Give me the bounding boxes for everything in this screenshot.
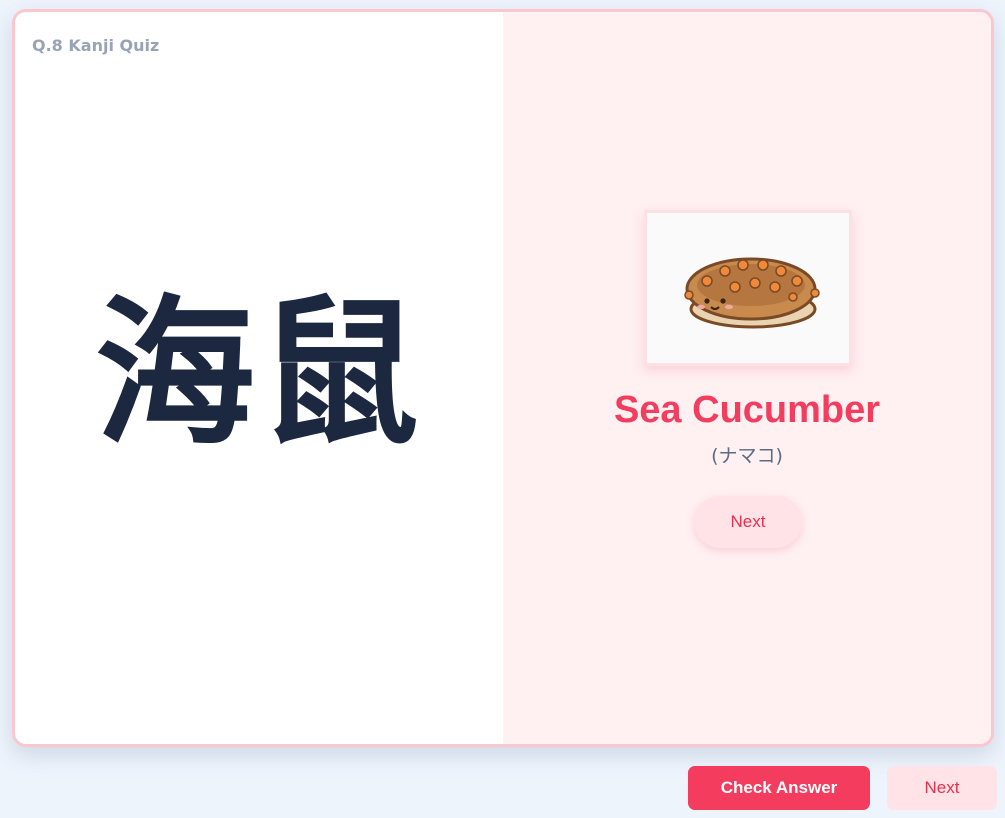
answer-reading: (ナマコ) [711, 445, 783, 467]
kanji-question: 海鼠 [94, 280, 423, 467]
answer-image [644, 210, 852, 366]
check-answer-button[interactable]: Check Answer [688, 766, 870, 810]
quiz-card: Q.8 Kanji Quiz 海鼠 Sea Cucumber (ナマコ) Nex… [12, 9, 994, 747]
quiz-title: Q.8 Kanji Quiz [32, 36, 160, 55]
question-pane: Q.8 Kanji Quiz 海鼠 [15, 12, 503, 744]
next-button[interactable]: Next [887, 766, 997, 810]
next-button-inline[interactable]: Next [694, 496, 802, 548]
answer-pane: Sea Cucumber (ナマコ) Next [503, 12, 991, 744]
answer-word: Sea Cucumber [613, 389, 881, 431]
sea-cucumber-icon [684, 257, 820, 329]
